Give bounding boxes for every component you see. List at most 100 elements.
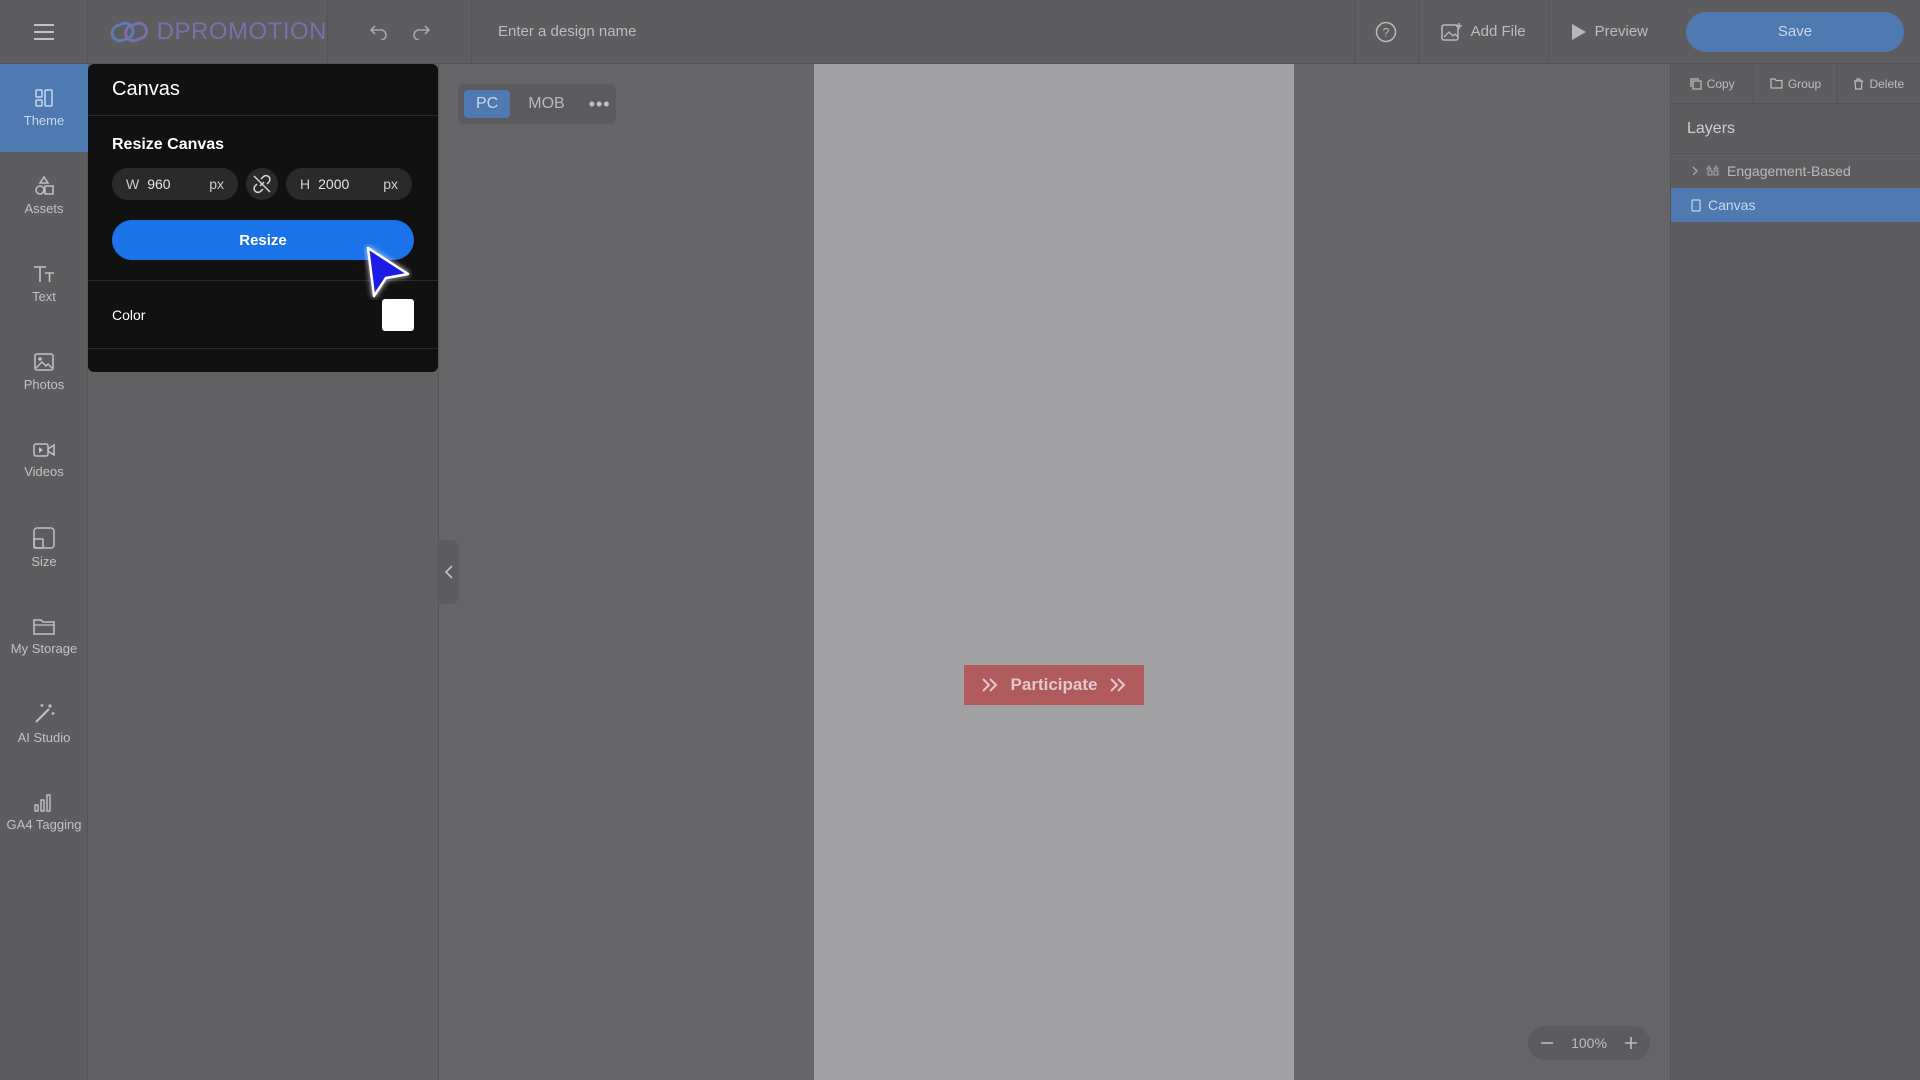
svg-text:?: ? — [1383, 25, 1390, 39]
logo-text: DPROMOTION — [156, 17, 327, 45]
sidebar-label: Text — [32, 288, 56, 304]
canvas-settings-popup: Canvas Resize Canvas W 960 px H 2000 px … — [88, 64, 438, 372]
chevron-left-icon — [444, 565, 453, 579]
sidebar-item-ga4-tagging[interactable]: GA4 Tagging — [0, 768, 88, 856]
add-file-button[interactable]: Add File — [1417, 0, 1548, 64]
height-value[interactable]: 2000 — [318, 176, 383, 192]
text-icon — [34, 266, 54, 282]
zoom-out-icon[interactable] — [1540, 1036, 1554, 1050]
height-field[interactable]: H 2000 px — [286, 168, 412, 200]
sidebar-label: Videos — [24, 463, 64, 479]
image-icon — [34, 353, 54, 371]
resize-canvas-heading: Resize Canvas — [112, 136, 225, 153]
trash-icon — [1854, 77, 1864, 90]
sidebar-item-ai-studio[interactable]: AI Studio — [0, 680, 88, 768]
sidebar-label: Theme — [23, 112, 65, 128]
double-chevron-right-icon — [981, 678, 997, 692]
width-label: W — [126, 176, 140, 192]
height-unit: px — [383, 176, 398, 192]
theme-icon — [35, 89, 53, 107]
participate-label: Participate — [1010, 675, 1098, 694]
undo-redo-group — [328, 0, 472, 64]
sidebar-item-videos[interactable]: Videos — [0, 416, 88, 504]
top-bar: DPROMOTION ? Add File Preview Save — [0, 0, 1920, 64]
hamburger-icon — [33, 23, 54, 40]
zoom-level: 100% — [1571, 1035, 1607, 1051]
color-label: Color — [112, 306, 146, 323]
sidebar-label: AI Studio — [17, 729, 71, 745]
play-icon — [1571, 23, 1586, 40]
help-icon: ? — [1375, 21, 1397, 42]
left-sidebar: Theme Assets Text Photos Videos Size My … — [0, 64, 88, 1080]
copy-label: Copy — [1706, 76, 1735, 91]
design-name-input[interactable] — [498, 23, 898, 40]
copy-icon — [1690, 77, 1702, 90]
unlink-icon — [253, 174, 271, 194]
group-button[interactable]: Group — [1754, 64, 1838, 103]
hamburger-menu-button[interactable] — [0, 0, 88, 64]
height-label: H — [300, 176, 311, 192]
layer-name: Engagement-Based — [1727, 163, 1851, 179]
sidebar-item-my-storage[interactable]: My Storage — [0, 592, 88, 680]
sidebar-label: GA4 Tagging — [6, 816, 82, 832]
sidebar-item-theme[interactable]: Theme — [0, 64, 88, 152]
bar-chart-icon — [34, 794, 51, 812]
video-icon — [33, 443, 55, 457]
chevron-right-icon[interactable] — [1691, 166, 1699, 176]
width-field[interactable]: W 960 px — [112, 168, 238, 200]
canvas-layer-icon — [1691, 198, 1701, 212]
app-logo[interactable]: DPROMOTION — [88, 0, 328, 64]
device-pc-button[interactable]: PC — [464, 90, 511, 118]
double-chevron-right-icon — [1110, 678, 1126, 692]
sidebar-item-photos[interactable]: Photos — [0, 328, 88, 416]
resize-icon — [33, 527, 55, 549]
preview-label: Preview — [1594, 23, 1648, 40]
redo-icon[interactable] — [411, 24, 431, 40]
zoom-control: 100% — [1528, 1026, 1650, 1060]
sidebar-item-assets[interactable]: Assets — [0, 152, 88, 240]
sidebar-label: Photos — [23, 376, 65, 392]
width-value[interactable]: 960 — [147, 176, 209, 192]
delete-button[interactable]: Delete — [1838, 64, 1920, 103]
zoom-in-icon[interactable] — [1624, 1036, 1638, 1050]
layer-item-canvas[interactable]: Canvas — [1671, 188, 1920, 222]
aspect-lock-button[interactable] — [246, 168, 278, 200]
help-button[interactable]: ? — [1353, 0, 1418, 64]
add-image-icon — [1440, 22, 1462, 41]
collapse-panel-handle[interactable] — [439, 540, 459, 604]
device-toggle: PC MOB ••• — [458, 84, 616, 124]
layers-title: Layers — [1671, 104, 1920, 154]
layer-item-engagement-based[interactable]: Engagement-Based — [1671, 154, 1920, 188]
group-layer-icon — [1706, 165, 1719, 176]
design-artboard[interactable] — [814, 64, 1294, 1080]
folder-icon — [1770, 78, 1783, 89]
layer-actions: Copy Group Delete — [1671, 64, 1920, 104]
design-name-container — [472, 0, 1354, 64]
preview-button[interactable]: Preview — [1547, 0, 1670, 64]
popup-title: Canvas — [88, 64, 438, 116]
sidebar-label: Size — [31, 553, 57, 569]
participate-button-element[interactable]: Participate — [964, 665, 1144, 705]
folder-icon — [33, 619, 55, 635]
sidebar-item-text[interactable]: Text — [0, 240, 88, 328]
layer-name: Canvas — [1708, 197, 1756, 213]
sidebar-item-size[interactable]: Size — [0, 504, 88, 592]
more-options-icon[interactable]: ••• — [583, 94, 617, 115]
undo-icon[interactable] — [369, 24, 389, 40]
group-label: Group — [1787, 76, 1822, 91]
add-file-label: Add File — [1470, 23, 1526, 40]
copy-button[interactable]: Copy — [1671, 64, 1755, 103]
magic-wand-icon — [35, 703, 55, 723]
width-unit: px — [209, 176, 224, 192]
right-panel: Copy Group Delete Layers Engagement-Base… — [1670, 64, 1920, 1080]
logo-icon — [110, 21, 149, 42]
delete-label: Delete — [1869, 76, 1905, 91]
shapes-icon — [35, 175, 54, 195]
dimensions-row: W 960 px H 2000 px — [88, 154, 438, 200]
save-button[interactable]: Save — [1686, 11, 1904, 52]
sidebar-label: Assets — [24, 200, 64, 216]
device-mob-button[interactable]: MOB — [516, 90, 576, 118]
mouse-cursor-icon — [366, 246, 410, 298]
toolbar-right: ? Add File Preview Save — [1353, 0, 1920, 64]
color-swatch[interactable] — [382, 298, 414, 331]
